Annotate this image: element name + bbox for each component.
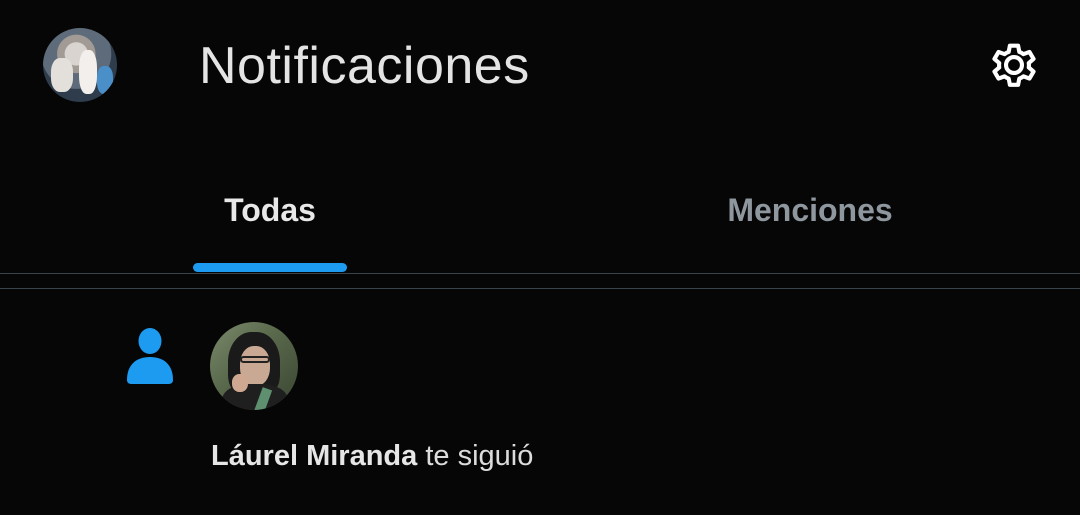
gear-icon bbox=[992, 43, 1036, 87]
avatar-figure bbox=[51, 58, 73, 92]
tab-menciones[interactable]: Menciones bbox=[540, 170, 1080, 274]
user-avatar[interactable] bbox=[43, 28, 117, 102]
avatar-glasses bbox=[240, 356, 270, 363]
follower-name[interactable]: Láurel Miranda bbox=[211, 440, 417, 472]
tab-todas[interactable]: Todas bbox=[0, 170, 540, 274]
tab-label: Todas bbox=[224, 192, 316, 228]
notifications-screen: Notificaciones Todas Menciones Láurel Mi… bbox=[0, 0, 1080, 515]
header: Notificaciones bbox=[0, 0, 1080, 135]
avatar-hand bbox=[232, 374, 248, 392]
notification-item[interactable]: Láurel Miranda te siguió bbox=[0, 290, 1080, 515]
tab-bar: Todas Menciones bbox=[0, 170, 1080, 274]
avatar-figure bbox=[97, 66, 113, 94]
page-title: Notificaciones bbox=[199, 37, 530, 95]
tab-label: Menciones bbox=[727, 192, 893, 228]
divider bbox=[0, 288, 1080, 289]
notification-action: te siguió bbox=[417, 440, 534, 472]
divider bbox=[0, 273, 1080, 274]
follower-avatar[interactable] bbox=[210, 322, 298, 410]
notification-text: Láurel Miranda te siguió bbox=[211, 438, 533, 474]
active-tab-indicator bbox=[193, 263, 347, 272]
settings-button[interactable] bbox=[983, 34, 1045, 96]
person-follow-icon bbox=[127, 328, 173, 384]
avatar-figure bbox=[79, 50, 97, 94]
